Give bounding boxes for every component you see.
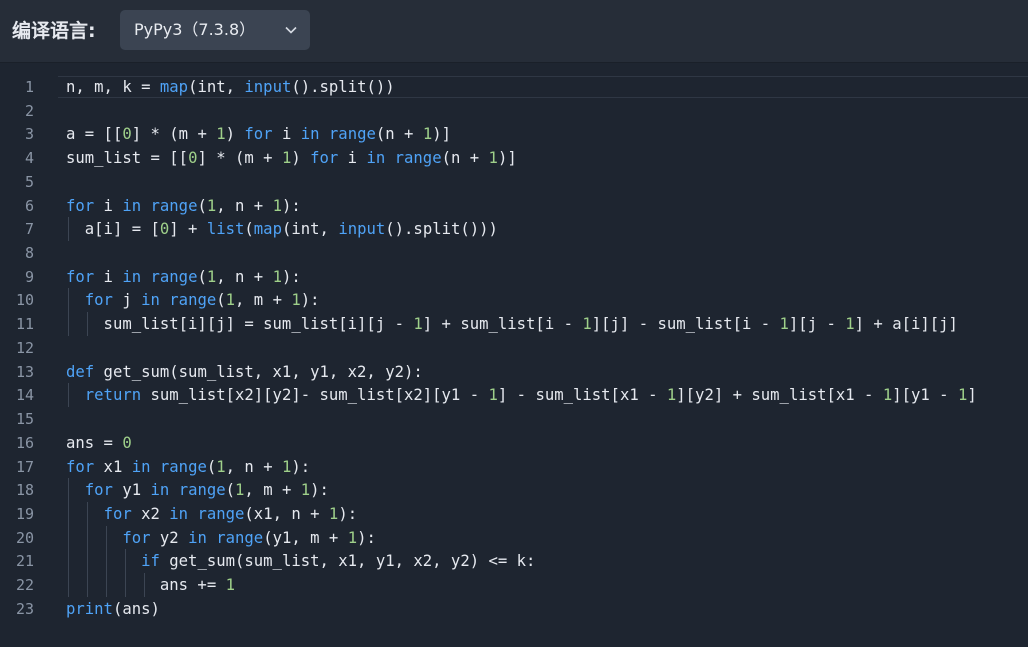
code-text: sum_list = [[0] * (m + 1) for i in range… xyxy=(66,149,517,168)
code-text: for j in range(1, m + 1): xyxy=(84,291,320,310)
code-line[interactable]: 18 for y1 in range(1, m + 1): xyxy=(0,478,1028,503)
line-number: 23 xyxy=(15,599,34,618)
code-line[interactable]: 1 n, m, k = map(int, input().split()) xyxy=(0,75,1028,99)
code-text: for i in range(1, n + 1): xyxy=(66,267,301,286)
code-text: a[i] = [0] + list(map(int, input().split… xyxy=(66,220,498,239)
line-number: 11 xyxy=(15,315,34,334)
line-number: 21 xyxy=(15,552,34,571)
language-toolbar: 编译语言: PyPy3（7.3.8） xyxy=(0,0,1028,63)
code-line[interactable]: 4 sum_list = [[0] * (m + 1) for i in rang… xyxy=(0,146,1028,170)
code-line[interactable]: 8 xyxy=(0,241,1028,265)
code-editor[interactable]: 1 n, m, k = map(int, input().split()) 2 3 a … xyxy=(0,63,1028,647)
code-text: def get_sum(sum_list, x1, y1, x2, y2): xyxy=(66,362,423,381)
code-line[interactable]: 23 print(ans) xyxy=(0,597,1028,621)
code-text: ans += 1 xyxy=(66,576,235,595)
code-line[interactable]: 19 for x2 in range(x1, n + 1): xyxy=(0,501,1028,526)
code-text: ans = 0 xyxy=(66,433,132,452)
line-number: 9 xyxy=(24,267,34,286)
line-number: 10 xyxy=(15,291,34,310)
code-text: sum_list[i][j] = sum_list[i][j - 1] + su… xyxy=(66,315,958,334)
line-number: 22 xyxy=(15,576,34,595)
code-line[interactable]: 14 return sum_list[x2][y2]- sum_list[x2]… xyxy=(0,383,1028,408)
code-line[interactable]: 12 xyxy=(0,336,1028,360)
line-number: 4 xyxy=(24,149,34,168)
code-text: for x1 in range(1, n + 1): xyxy=(66,457,311,476)
code-text: for i in range(1, n + 1): xyxy=(66,196,301,215)
line-number: 7 xyxy=(24,220,34,239)
code-line[interactable]: 11 sum_list[i][j] = sum_list[i][j - 1] +… xyxy=(0,312,1028,337)
code-line[interactable]: 22 ans += 1 xyxy=(0,573,1028,598)
code-line[interactable]: 16 ans = 0 xyxy=(0,431,1028,455)
line-number: 18 xyxy=(15,481,34,500)
code-text: for y1 in range(1, m + 1): xyxy=(84,481,329,500)
code-line[interactable]: 17 for x1 in range(1, n + 1): xyxy=(0,455,1028,479)
line-number: 5 xyxy=(24,172,34,191)
line-number: 17 xyxy=(15,457,34,476)
code-text: for x2 in range(x1, n + 1): xyxy=(103,504,358,523)
line-number: 3 xyxy=(24,125,34,144)
code-text: for y2 in range(y1, m + 1): xyxy=(122,528,376,547)
line-number: 13 xyxy=(15,362,34,381)
language-label: 编译语言: xyxy=(12,20,96,42)
line-number: 14 xyxy=(15,386,34,405)
code-line[interactable]: 7 a[i] = [0] + list(map(int, input().spl… xyxy=(0,217,1028,242)
line-number: 20 xyxy=(15,528,34,547)
code-text: print(ans) xyxy=(66,599,160,618)
code-text: return sum_list[x2][y2]- sum_list[x2][y1… xyxy=(84,386,977,405)
language-select[interactable]: PyPy3（7.3.8） xyxy=(120,10,310,50)
code-line[interactable]: 15 xyxy=(0,407,1028,431)
line-number: 8 xyxy=(24,244,34,263)
code-line[interactable]: 21 if get_sum(sum_list, x1, y1, x2, y2) … xyxy=(0,549,1028,574)
language-select-value: PyPy3（7.3.8） xyxy=(134,20,256,39)
line-number: 12 xyxy=(15,338,34,357)
line-number: 6 xyxy=(24,196,34,215)
code-text: if get_sum(sum_list, x1, y1, x2, y2) <= … xyxy=(141,552,536,571)
line-number: 1 xyxy=(24,78,34,96)
chevron-down-icon xyxy=(285,26,297,34)
line-number: 15 xyxy=(15,410,34,429)
line-number: 16 xyxy=(15,433,34,452)
code-line[interactable]: 3 a = [[0] * (m + 1) for i in range(n + 1… xyxy=(0,122,1028,146)
code-line[interactable]: 9 for i in range(1, n + 1): xyxy=(0,265,1028,289)
code-line[interactable]: 10 for j in range(1, m + 1): xyxy=(0,288,1028,313)
code-text: a = [[0] * (m + 1) for i in range(n + 1)… xyxy=(66,125,451,144)
line-number: 19 xyxy=(15,504,34,523)
code-line[interactable]: 6 for i in range(1, n + 1): xyxy=(0,194,1028,218)
code-line[interactable]: 2 xyxy=(0,99,1028,123)
code-line[interactable]: 13 def get_sum(sum_list, x1, y1, x2, y2): xyxy=(0,360,1028,384)
code-text: n, m, k = map(int, input().split()) xyxy=(66,78,395,96)
code-line[interactable]: 20 for y2 in range(y1, m + 1): xyxy=(0,525,1028,550)
code-line[interactable]: 5 xyxy=(0,170,1028,194)
line-number: 2 xyxy=(24,101,34,120)
